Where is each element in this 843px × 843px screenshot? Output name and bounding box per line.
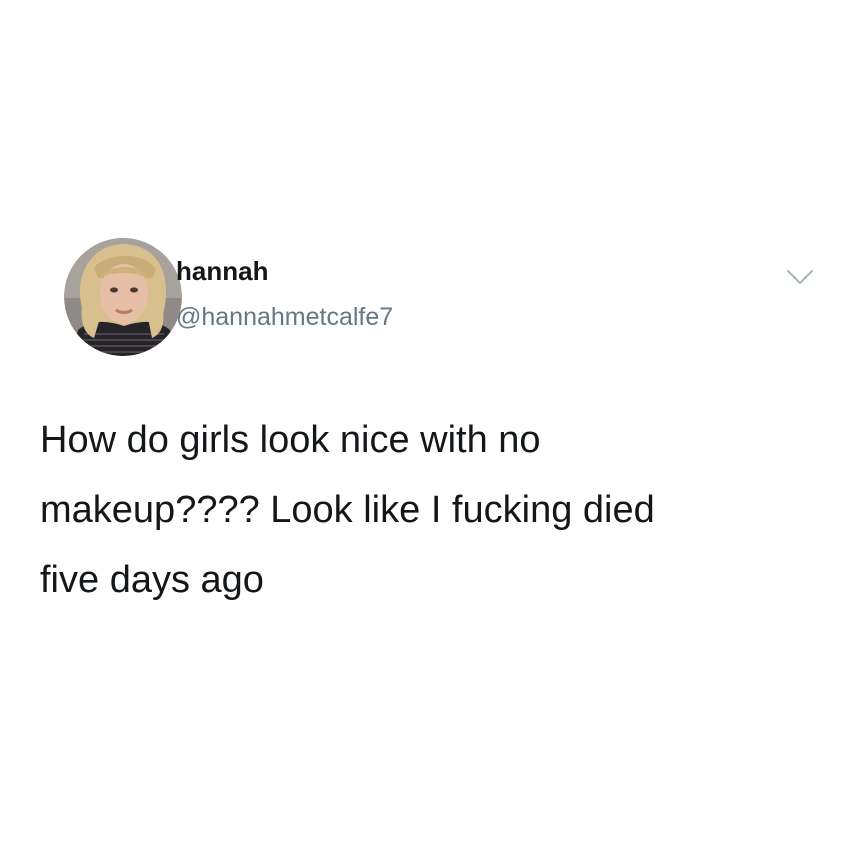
author-handle[interactable]: @hannahmetcalfe7 xyxy=(176,301,393,333)
avatar[interactable] xyxy=(64,238,182,356)
tweet-card: hannah @hannahmetcalfe7 How do girls loo… xyxy=(0,0,843,843)
author-display-name[interactable]: hannah xyxy=(176,255,268,287)
chevron-down-icon xyxy=(786,269,814,285)
tweet-text: How do girls look nice with no makeup???… xyxy=(40,419,655,601)
tweet-menu-button[interactable] xyxy=(780,262,820,292)
profile-photo-icon xyxy=(64,238,182,356)
